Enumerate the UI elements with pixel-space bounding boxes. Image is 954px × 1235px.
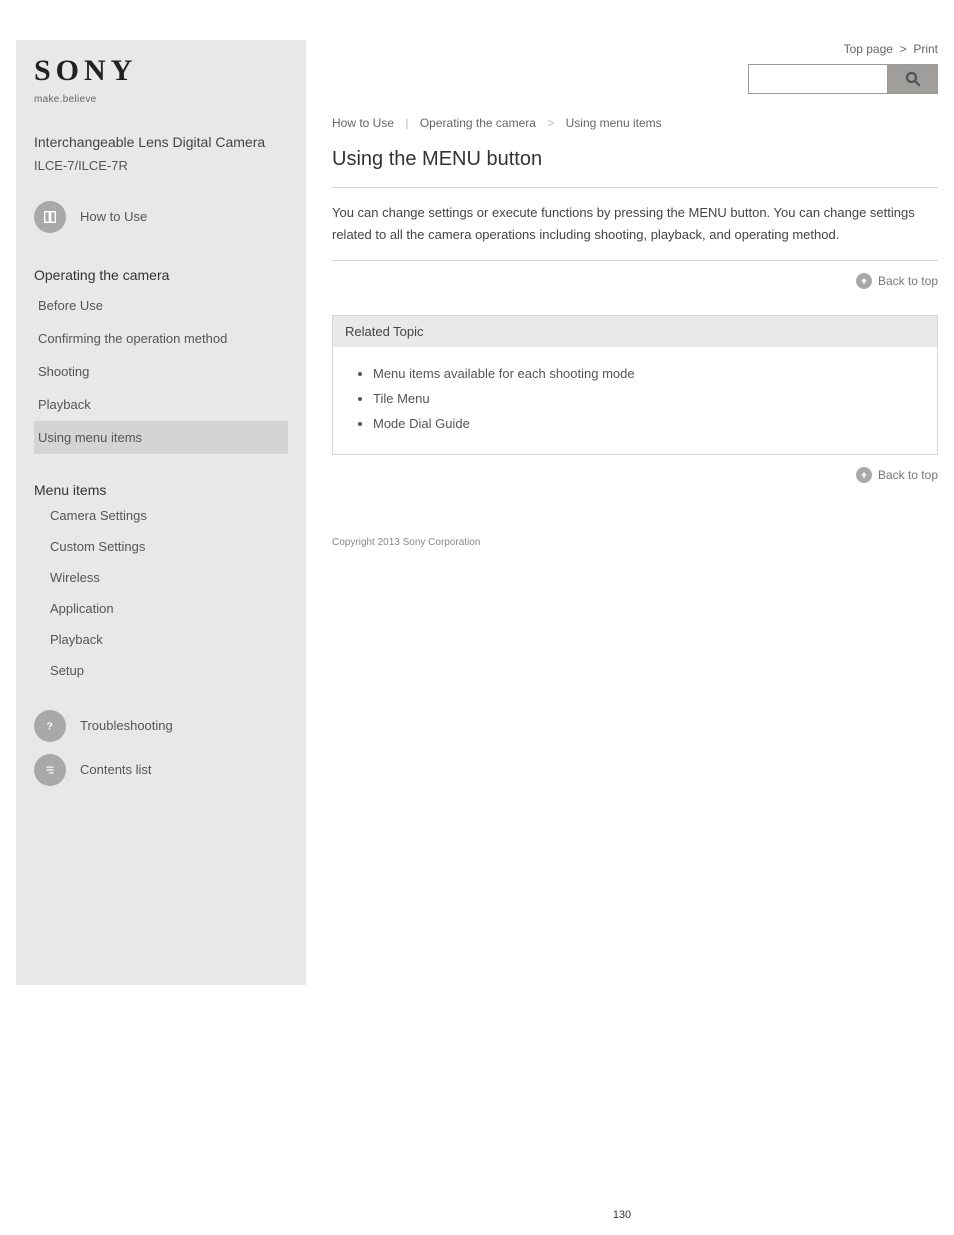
menu-nav: Camera Settings Custom Settings Wireless…	[34, 500, 288, 686]
sidebar-item-setup[interactable]: Setup	[34, 655, 288, 686]
breadcrumb-item[interactable]: How to Use	[332, 116, 394, 130]
sidebar-item-confirming[interactable]: Confirming the operation method	[34, 322, 288, 355]
sidebar-item-wireless[interactable]: Wireless	[34, 562, 288, 593]
page-title: Using the MENU button	[332, 148, 938, 171]
breadcrumb: How to Use | Operating the camera > Usin…	[332, 116, 938, 130]
arrow-up-icon	[856, 467, 872, 483]
breadcrumb-item[interactable]: Using menu items	[566, 116, 662, 130]
related-list: Menu items available for each shooting m…	[355, 361, 915, 436]
related-heading: Related Topic	[333, 316, 937, 347]
product-model: ILCE-7/ILCE-7R	[34, 158, 288, 173]
back-to-top[interactable]: Back to top	[332, 261, 938, 307]
product-name: Interchangeable Lens Digital Camera	[34, 133, 288, 152]
operation-section-title: Operating the camera	[34, 267, 288, 283]
top-links: Top page > Print	[332, 40, 938, 64]
sidebar-item-using-menu[interactable]: Using menu items	[34, 421, 288, 454]
back-to-top[interactable]: Back to top	[332, 455, 938, 501]
related-item[interactable]: Mode Dial Guide	[373, 411, 915, 436]
related-topic-box: Related Topic Menu items available for e…	[332, 315, 938, 455]
howto-label: How to Use	[80, 209, 288, 224]
help-icon: ?	[34, 710, 66, 742]
search-icon	[904, 70, 922, 88]
breadcrumb-separator: >	[547, 116, 554, 130]
breadcrumb-item[interactable]: Operating the camera	[420, 116, 536, 130]
book-icon	[34, 201, 66, 233]
contents-label: Contents list	[80, 762, 288, 777]
sidebar-item-playback-menu[interactable]: Playback	[34, 624, 288, 655]
breadcrumb-separator: |	[405, 116, 408, 130]
list-icon	[34, 754, 66, 786]
menu-section-title: Menu items	[34, 482, 288, 498]
sidebar-item-shooting[interactable]: Shooting	[34, 355, 288, 388]
search-input[interactable]	[748, 64, 888, 94]
sidebar: SONY make.believe Interchangeable Lens D…	[16, 40, 306, 985]
top-page-link[interactable]: Top page	[844, 42, 893, 56]
back-to-top-label: Back to top	[878, 274, 938, 288]
howto-link[interactable]: How to Use	[34, 195, 288, 239]
arrow-up-icon	[856, 273, 872, 289]
brand-tagline: make.believe	[34, 94, 288, 105]
troubleshooting-label: Troubleshooting	[80, 718, 288, 733]
sidebar-item-before-use[interactable]: Before Use	[34, 289, 288, 322]
print-link[interactable]: Print	[913, 42, 938, 56]
troubleshooting-link[interactable]: ? Troubleshooting	[34, 704, 288, 748]
search-button[interactable]	[888, 64, 938, 94]
search-bar	[332, 64, 938, 94]
brand-logo: SONY	[34, 54, 288, 88]
copyright: Copyright 2013 Sony Corporation	[332, 537, 938, 548]
page-number: 130	[306, 1209, 938, 1221]
sidebar-item-custom-settings[interactable]: Custom Settings	[34, 531, 288, 562]
main-content: Top page > Print How to Use | Operating …	[306, 40, 938, 985]
sidebar-item-camera-settings[interactable]: Camera Settings	[34, 500, 288, 531]
body-text: You can change settings or execute funct…	[332, 188, 938, 260]
back-to-top-label: Back to top	[878, 468, 938, 482]
operation-nav: Before Use Confirming the operation meth…	[34, 289, 288, 454]
contents-link[interactable]: Contents list	[34, 748, 288, 792]
related-item[interactable]: Menu items available for each shooting m…	[373, 361, 915, 386]
sidebar-item-playback[interactable]: Playback	[34, 388, 288, 421]
sidebar-item-application[interactable]: Application	[34, 593, 288, 624]
svg-text:?: ?	[47, 720, 53, 732]
related-item[interactable]: Tile Menu	[373, 386, 915, 411]
